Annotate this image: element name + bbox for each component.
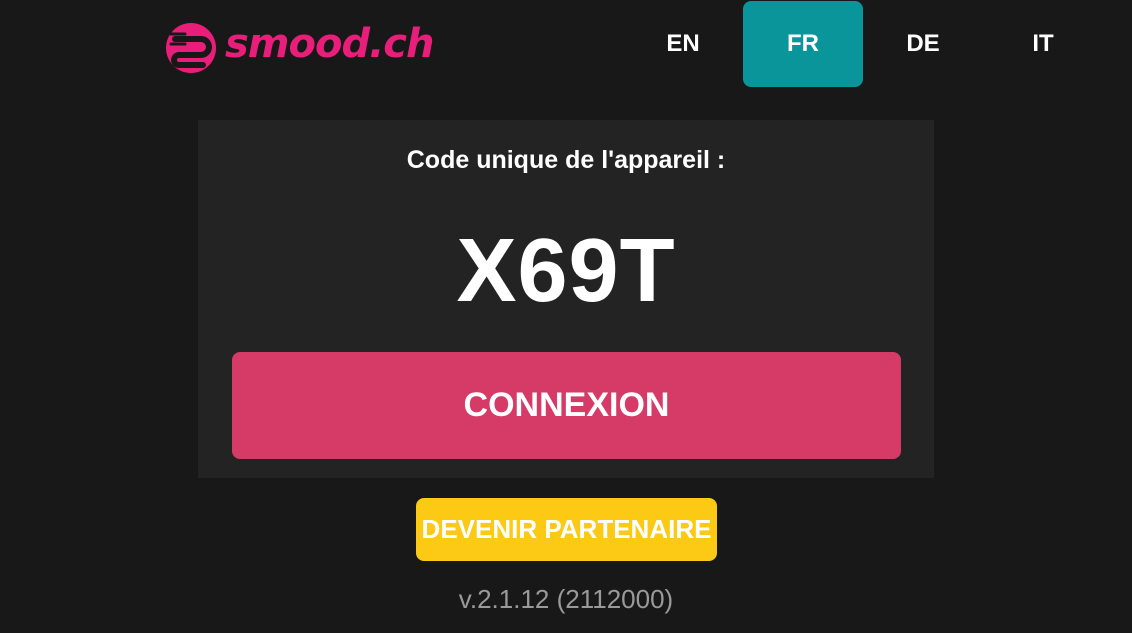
language-selector: EN FR DE IT [623, 1, 1103, 87]
language-en-button[interactable]: EN [623, 1, 743, 87]
app-version: v.2.1.12 (2112000) [458, 584, 674, 614]
login-button[interactable]: CONNEXION [232, 352, 901, 459]
device-code-card: Code unique de l'appareil : X69T CONNEXI… [198, 120, 934, 478]
device-code-value: X69T [456, 221, 676, 321]
language-it-button[interactable]: IT [983, 1, 1103, 87]
language-fr-button[interactable]: FR [743, 1, 863, 87]
smood-logo-icon [166, 23, 216, 73]
become-partner-button[interactable]: DEVENIR PARTENAIRE [416, 498, 717, 561]
device-code-label: Code unique de l'appareil : [406, 146, 726, 174]
login-screen: smood.ch EN FR DE IT Code unique de l'ap… [0, 0, 1132, 633]
language-de-button[interactable]: DE [863, 1, 983, 87]
brand-name: smood.ch [225, 21, 434, 67]
smood-logo: smood.ch [165, 18, 434, 78]
